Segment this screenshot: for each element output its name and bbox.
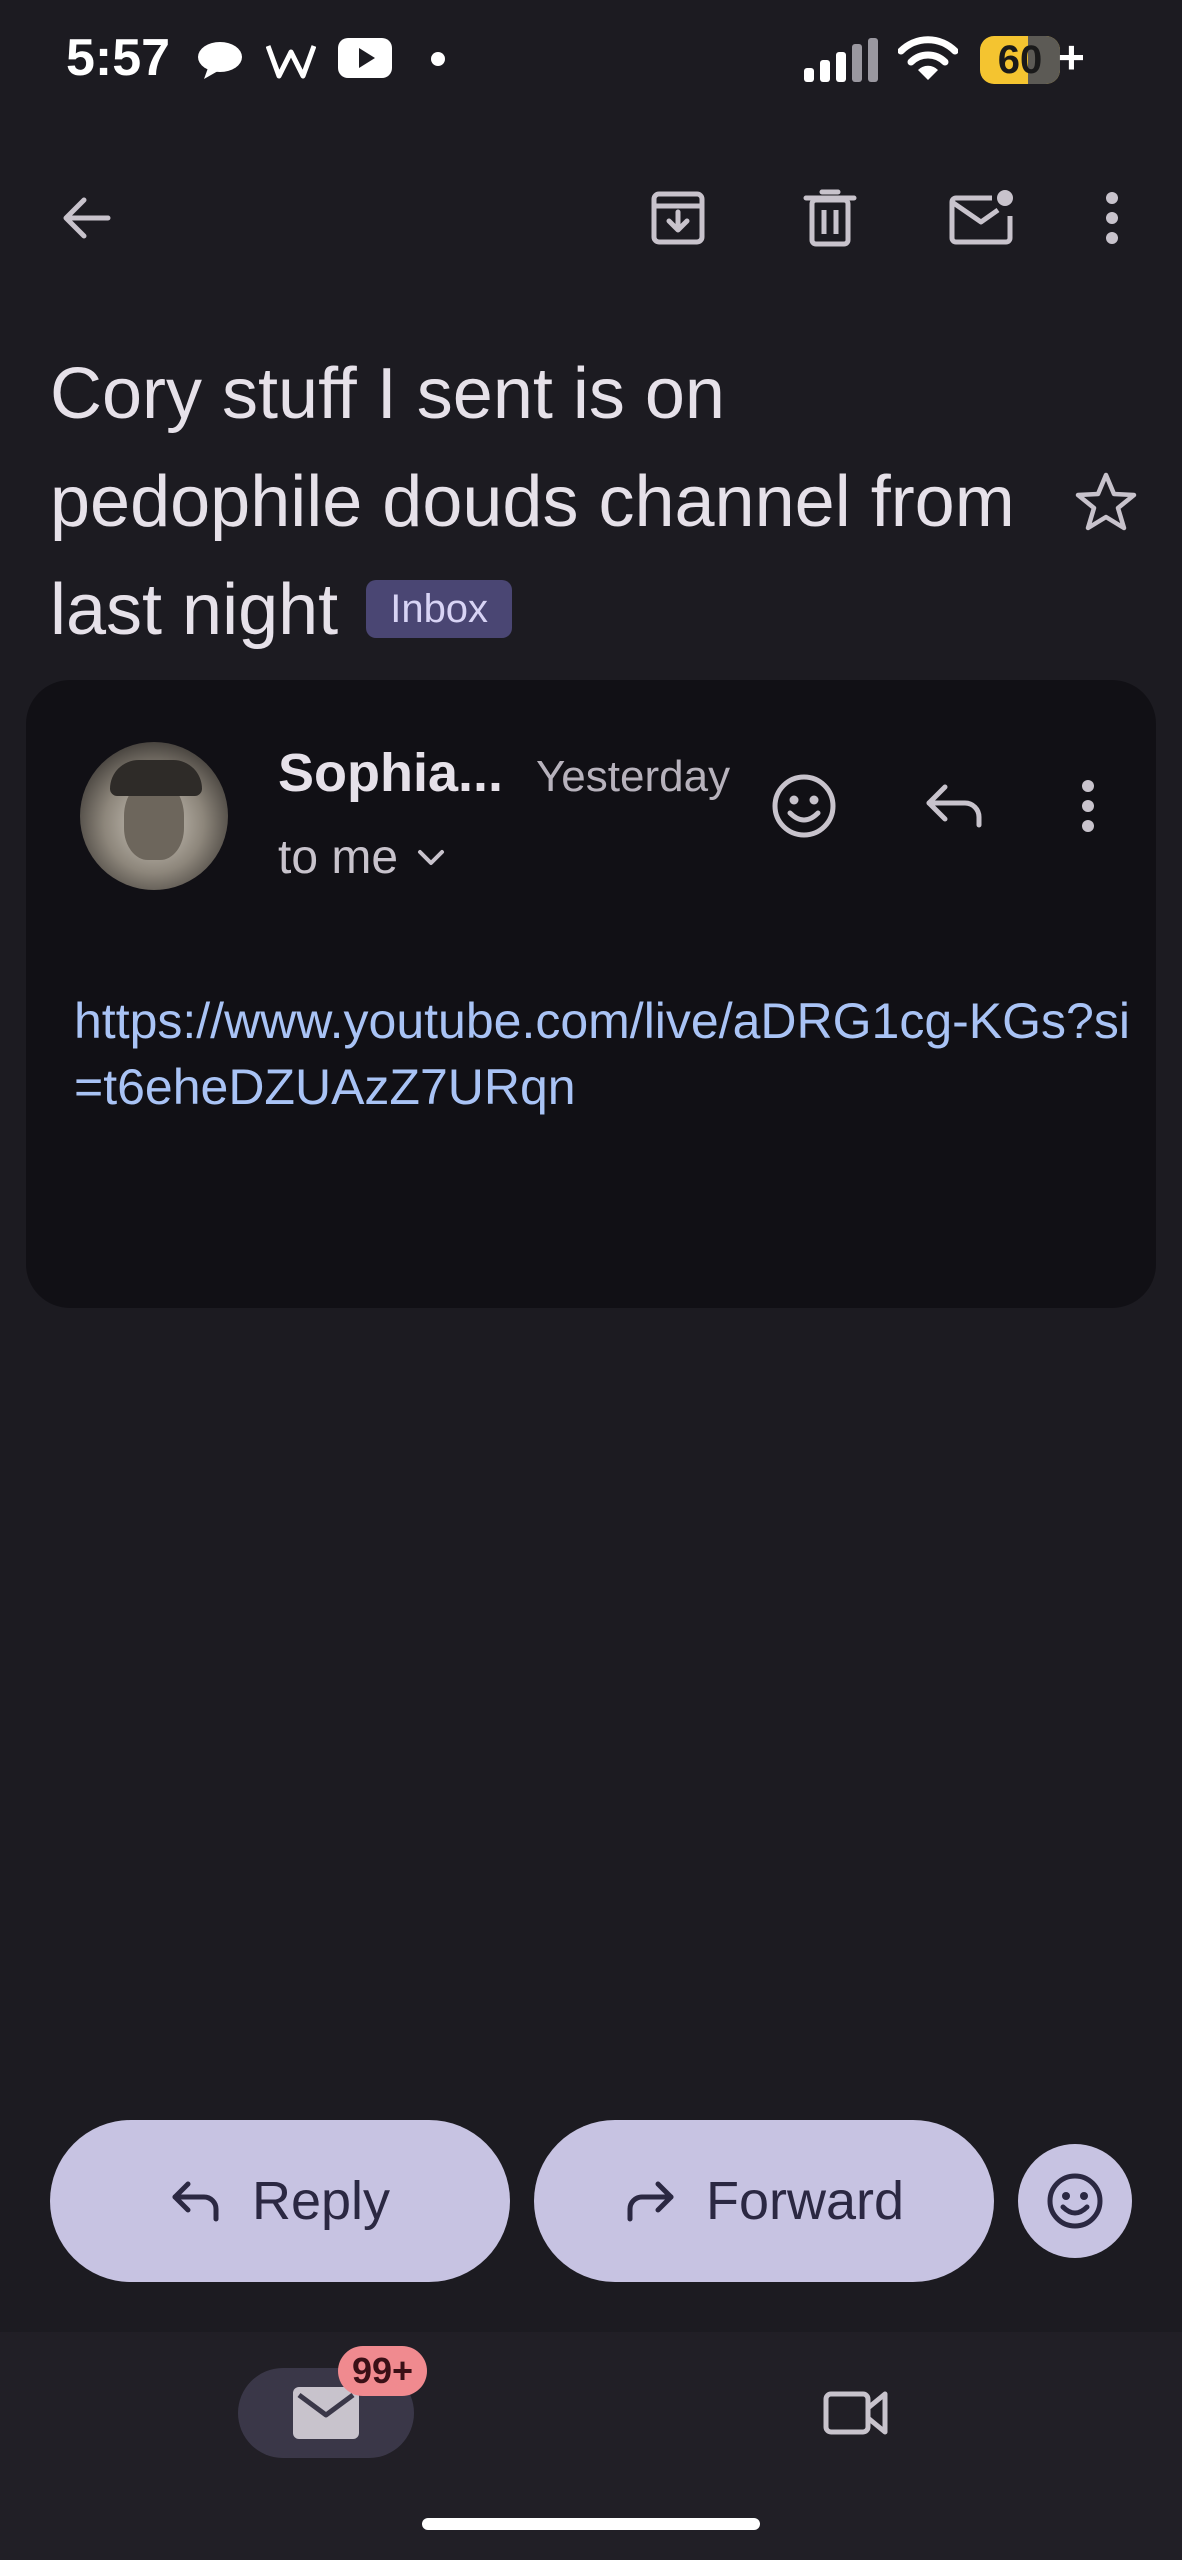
forward-button[interactable]: Forward [534, 2120, 994, 2282]
mark-unread-icon [949, 190, 1013, 245]
mail-icon [293, 2387, 359, 2439]
message-body-link[interactable]: https://www.youtube.com/live/aDRG1cg-KGs… [74, 988, 1134, 1120]
message-date: Yesterday [536, 752, 731, 801]
nav-meet-tab[interactable] [808, 2368, 904, 2458]
forward-icon [627, 2181, 674, 2222]
battery-charging-plus: + [1058, 31, 1085, 83]
sender-avatar[interactable] [80, 742, 228, 890]
bottom-navigation: 99+ [0, 2332, 1182, 2560]
battery-icon: 60 [980, 36, 1060, 84]
recipient-label: to me [278, 831, 399, 884]
emoji-icon [1047, 2173, 1103, 2229]
youtube-icon [338, 38, 392, 78]
archive-button[interactable] [630, 170, 726, 266]
chat-bubble-icon [196, 40, 244, 80]
email-view-screen: 5:57 60 + Cory stuff I sent is on pedoph… [0, 0, 1182, 2560]
emoji-icon [772, 774, 836, 838]
message-card: Sophia... Yesterday to me https://www.yo… [26, 680, 1156, 1308]
reply-button[interactable]: Reply [50, 2120, 510, 2282]
video-camera-icon [823, 2391, 888, 2435]
unread-count-badge: 99+ [338, 2346, 428, 2396]
star-button[interactable] [1058, 454, 1154, 550]
cellular-signal-icon [804, 38, 880, 82]
recipient-toggle[interactable]: to me [278, 830, 446, 885]
wikipedia-w-icon [266, 40, 316, 80]
subject-text: Cory stuff I sent is on pedophile douds … [50, 354, 1015, 650]
wifi-icon [898, 36, 958, 82]
reply-icon [926, 784, 982, 828]
add-reaction-button[interactable] [756, 758, 852, 854]
chevron-down-icon [418, 849, 445, 865]
delete-button[interactable] [782, 170, 878, 266]
message-more-button[interactable] [1040, 758, 1136, 854]
more-options-button[interactable] [1064, 170, 1160, 266]
forward-label: Forward [705, 2171, 905, 2231]
sender-name[interactable]: Sophia... [278, 742, 503, 804]
notification-dot-icon [431, 52, 445, 66]
back-button[interactable] [38, 170, 134, 266]
status-time: 5:57 [66, 29, 171, 87]
delete-icon [803, 189, 857, 247]
battery-level: 60 [997, 38, 1043, 82]
reply-button-inline[interactable] [906, 758, 1002, 854]
status-bar: 5:57 60 + [0, 0, 1182, 120]
email-subject: Cory stuff I sent is on pedophile douds … [50, 340, 1050, 664]
star-outline-icon [1075, 472, 1137, 531]
mark-unread-button[interactable] [934, 170, 1030, 266]
archive-icon [651, 191, 705, 245]
emoji-reaction-button[interactable] [1018, 2144, 1132, 2258]
inbox-label-badge[interactable]: Inbox [366, 579, 513, 638]
reply-icon [172, 2181, 219, 2222]
more-vertical-icon [1106, 192, 1118, 244]
more-vertical-icon [1082, 780, 1094, 832]
home-indicator[interactable] [422, 2518, 760, 2530]
reply-label: Reply [251, 2171, 391, 2231]
arrow-left-icon [63, 197, 111, 239]
